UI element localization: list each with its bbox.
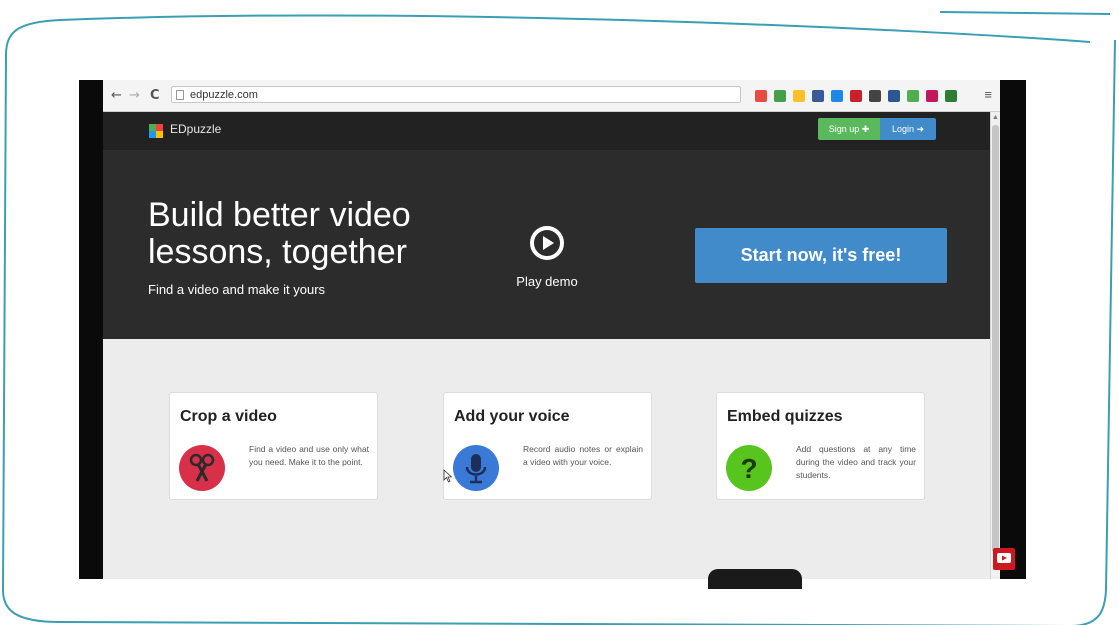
feature-description: Add questions at any time during the vid… — [796, 444, 916, 480]
feature-title: Crop a video — [180, 408, 277, 425]
forward-icon[interactable]: → — [129, 88, 140, 103]
feature-card-crop: Crop a video Find a video and use only w… — [169, 392, 378, 500]
login-button[interactable]: Login ➜ — [880, 118, 936, 140]
hero-subtitle: Find a video and make it yours — [148, 282, 326, 297]
play-demo-link[interactable]: Play demo — [511, 274, 583, 289]
feature-description: Record audio notes or explain a video wi… — [523, 444, 643, 467]
extension-icon[interactable] — [755, 90, 767, 102]
microphone-icon — [453, 445, 499, 491]
youtube-icon[interactable] — [993, 548, 1015, 570]
feature-card-quiz: Embed quizzes ? Add questions at any tim… — [716, 392, 925, 500]
logo-text[interactable]: EDpuzzle — [170, 122, 221, 136]
signup-button[interactable]: Sign up ✚ — [818, 118, 880, 140]
extension-icon[interactable] — [774, 90, 786, 102]
scroll-thumb[interactable] — [992, 125, 999, 553]
svg-text:?: ? — [740, 453, 757, 484]
play-icon[interactable] — [529, 225, 565, 261]
url-text: edpuzzle.com — [190, 89, 258, 101]
feature-card-voice: Add your voice Record audio notes or exp… — [443, 392, 652, 500]
reload-icon[interactable]: C — [150, 88, 160, 103]
browser-toolbar: ← → C edpuzzle.com ≡ — [103, 80, 1000, 112]
extension-icon[interactable] — [831, 90, 843, 102]
hero-title: Build better video lessons, together — [148, 196, 411, 271]
address-bar[interactable]: edpuzzle.com — [171, 86, 741, 103]
edpuzzle-logo-icon — [149, 124, 163, 138]
video-overlay-tab — [708, 569, 802, 589]
extension-icon[interactable] — [945, 90, 957, 102]
question-icon: ? — [726, 445, 772, 491]
feature-description: Find a video and use only what you need.… — [249, 444, 369, 467]
extension-icon[interactable] — [888, 90, 900, 102]
scroll-up-icon[interactable]: ▲ — [991, 113, 1000, 123]
page-icon — [176, 90, 184, 100]
start-now-button[interactable]: Start now, it's free! — [695, 228, 947, 283]
mouse-cursor-icon — [443, 469, 453, 483]
menu-icon[interactable]: ≡ — [984, 87, 992, 102]
extension-icon[interactable] — [907, 90, 919, 102]
scissors-icon — [179, 445, 225, 491]
back-icon[interactable]: ← — [111, 88, 122, 103]
feature-title: Add your voice — [454, 408, 570, 425]
extension-icon[interactable] — [793, 90, 805, 102]
extension-icon[interactable] — [926, 90, 938, 102]
video-frame: ← → C edpuzzle.com ≡ EDpuzzle Sign up ✚ … — [79, 80, 1026, 579]
extension-icon[interactable] — [850, 90, 862, 102]
extension-icon[interactable] — [869, 90, 881, 102]
extension-icon[interactable] — [812, 90, 824, 102]
feature-title: Embed quizzes — [727, 408, 843, 425]
browser-window: ← → C edpuzzle.com ≡ EDpuzzle Sign up ✚ … — [103, 80, 1000, 579]
